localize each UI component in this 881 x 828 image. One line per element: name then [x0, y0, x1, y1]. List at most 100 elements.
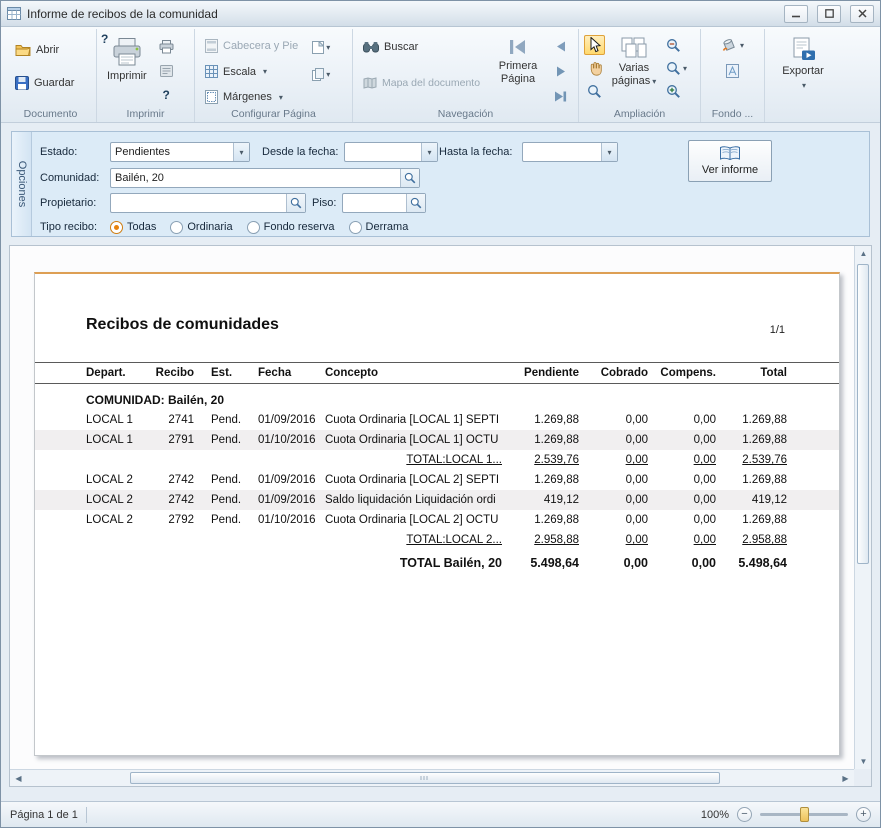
escala-button[interactable]: Escala ▾: [200, 61, 303, 82]
orientation-button[interactable]: ▾: [306, 37, 336, 57]
chevron-down-icon[interactable]: ▾: [233, 143, 249, 161]
desde-fecha-value: [345, 143, 421, 161]
vertical-scrollbar[interactable]: ▲ ▼: [854, 246, 871, 769]
print-options-icon[interactable]: [156, 61, 177, 81]
open-folder-icon: [15, 43, 31, 56]
paper-size-button[interactable]: ▾: [306, 64, 336, 84]
chevron-down-icon[interactable]: ▾: [601, 143, 617, 161]
cell: Cuota Ordinaria [LOCAL 2] OCTU: [325, 510, 502, 530]
ribbon-group-fondo: ▾ Fondo ...: [701, 29, 765, 122]
exportar-button[interactable]: Exportar ▾: [770, 33, 836, 94]
column-header: Cobrado: [579, 367, 648, 379]
imprimir-button[interactable]: ? Imprimir: [102, 33, 152, 106]
pointer-tool-icon[interactable]: [584, 35, 605, 55]
app-window: Informe de recibos de la comunidad Abrir: [0, 0, 881, 828]
help-icon[interactable]: ?: [156, 85, 177, 105]
ribbon-group-navegacion: Buscar Mapa del documento Primera Página: [353, 29, 579, 122]
cell: 2741: [146, 410, 194, 430]
report-group-header: COMUNIDAD: Bailén, 20: [35, 388, 839, 410]
minimize-button[interactable]: [784, 5, 808, 23]
piso-search-button[interactable]: [406, 194, 425, 212]
varias-paginas-button[interactable]: Varias páginas▾: [608, 33, 660, 106]
watermark-icon[interactable]: [722, 61, 743, 81]
cell: LOCAL 2: [86, 510, 146, 530]
last-page-icon[interactable]: [550, 86, 571, 106]
scroll-down-icon[interactable]: ▼: [855, 754, 872, 769]
cell: 1.269,88: [502, 410, 579, 430]
radio-todas[interactable]: Todas: [110, 221, 156, 234]
group-label-navegacion: Navegación: [353, 108, 578, 120]
piso-input[interactable]: [343, 194, 406, 212]
buscar-button[interactable]: Buscar: [358, 37, 486, 57]
cell: 2792: [146, 510, 194, 530]
report-row: LOCAL 12741Pend.01/09/2016Cuota Ordinari…: [35, 410, 839, 430]
cell: 1.269,88: [502, 470, 579, 490]
maximize-button[interactable]: [817, 5, 841, 23]
chevron-down-icon: ▾: [263, 67, 267, 76]
cell: 1.269,88: [716, 410, 787, 430]
report-header-row: Depart.ReciboEst.FechaConceptoPendienteC…: [35, 362, 839, 384]
zoom-minus-button[interactable]: −: [737, 807, 752, 822]
scroll-right-icon[interactable]: ▶: [837, 770, 854, 787]
zoom-slider[interactable]: [760, 813, 848, 816]
zoom-in-icon[interactable]: [663, 81, 684, 101]
desde-fecha-combo[interactable]: ▾: [344, 142, 438, 162]
abrir-button[interactable]: Abrir: [10, 39, 91, 60]
previous-page-icon[interactable]: [550, 36, 571, 56]
column-header: Recibo: [146, 367, 194, 379]
search-binoculars-icon: [363, 41, 379, 53]
radio-derrama[interactable]: Derrama: [349, 221, 409, 234]
cell: LOCAL 1: [86, 430, 146, 450]
primera-pagina-button[interactable]: Primera Página: [490, 33, 546, 106]
radio-fondo-reserva[interactable]: Fondo reserva: [247, 221, 335, 234]
zoom-out-icon[interactable]: [663, 35, 684, 55]
propietario-input[interactable]: [111, 194, 286, 212]
comunidad-input[interactable]: [111, 169, 400, 187]
guardar-button[interactable]: Guardar: [10, 72, 91, 94]
export-icon: [790, 37, 817, 62]
zoom-slider-thumb[interactable]: [800, 807, 809, 822]
estado-combo[interactable]: Pendientes ▾: [110, 142, 250, 162]
next-page-icon[interactable]: [550, 61, 571, 81]
cell: 01/10/2016: [258, 510, 325, 530]
mapa-documento-button[interactable]: Mapa del documento: [358, 73, 486, 93]
chevron-down-icon[interactable]: ▾: [421, 143, 437, 161]
zoom-plus-button[interactable]: +: [856, 807, 871, 822]
report-row: LOCAL 22742Pend.01/09/2016Cuota Ordinari…: [35, 470, 839, 490]
cell: 01/09/2016: [258, 410, 325, 430]
scroll-up-icon[interactable]: ▲: [855, 246, 872, 261]
comunidad-search-button[interactable]: [400, 169, 419, 187]
title-bar: Informe de recibos de la comunidad: [1, 1, 880, 27]
cell: Saldo liquidación Liquidación ordi: [325, 490, 502, 510]
magnifier-tool-icon[interactable]: [584, 81, 605, 101]
horizontal-scrollbar[interactable]: ◀ ▶: [10, 769, 854, 786]
vertical-scroll-thumb[interactable]: [857, 264, 869, 564]
cabecera-pie-button[interactable]: Cabecera y Pie: [200, 35, 303, 57]
cell: 419,12: [716, 490, 787, 510]
zoom-dropdown-icon[interactable]: ▾: [663, 58, 690, 78]
cell: Pend.: [194, 430, 258, 450]
cell: LOCAL 1: [86, 410, 146, 430]
ver-informe-button[interactable]: Ver informe: [688, 140, 772, 182]
ribbon-group-exportar: Exportar ▾: [765, 29, 841, 122]
horizontal-scroll-thumb[interactable]: [130, 772, 720, 784]
hasta-fecha-value: [523, 143, 601, 161]
hand-tool-icon[interactable]: [584, 58, 605, 78]
scroll-left-icon[interactable]: ◀: [10, 770, 27, 787]
hasta-fecha-combo[interactable]: ▾: [522, 142, 618, 162]
cell: 0,00: [579, 430, 648, 450]
report-row: LOCAL 22792Pend.01/10/2016Cuota Ordinari…: [35, 510, 839, 530]
total-value: 0,00: [648, 550, 716, 576]
column-header: Depart.: [86, 367, 146, 379]
quick-print-icon[interactable]: [156, 37, 177, 57]
page-color-icon[interactable]: ▾: [716, 35, 750, 55]
options-tab[interactable]: Opciones: [12, 132, 32, 236]
column-header: Compens.: [648, 367, 716, 379]
cell: 2742: [146, 490, 194, 510]
propietario-search-button[interactable]: [286, 194, 305, 212]
cell: LOCAL 2: [86, 470, 146, 490]
radio-ordinaria[interactable]: Ordinaria: [170, 221, 232, 234]
radio-circle: [110, 221, 123, 234]
margenes-button[interactable]: Márgenes ▾: [200, 86, 303, 108]
close-button[interactable]: [850, 5, 874, 23]
